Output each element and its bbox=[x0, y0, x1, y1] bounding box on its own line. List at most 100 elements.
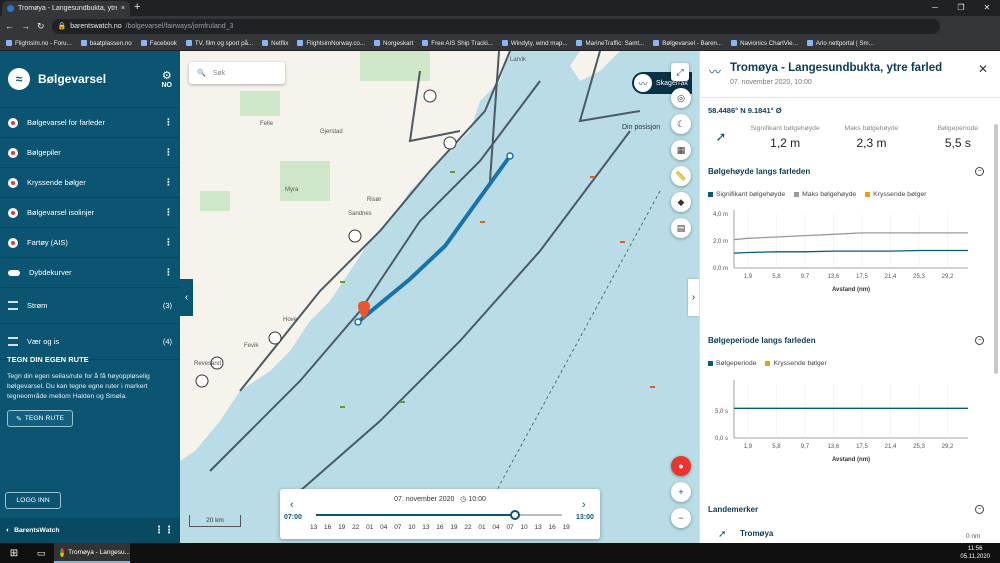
collapse-sidebar-button[interactable]: ‹ bbox=[180, 279, 193, 316]
window-close-icon[interactable]: ✕ bbox=[974, 0, 1000, 16]
reload-icon[interactable]: ↻ bbox=[37, 21, 45, 32]
legend-swatch bbox=[794, 192, 800, 197]
layer-menu-icon[interactable]: ⋮ bbox=[164, 147, 173, 158]
layer-item[interactable]: Dybdekurver ⋮ bbox=[0, 258, 180, 288]
timeline-hour: 19 bbox=[450, 524, 458, 531]
back-icon[interactable]: ← bbox=[5, 21, 14, 31]
panel-scrollbar[interactable] bbox=[994, 124, 998, 374]
moon-icon: ☾ bbox=[676, 118, 686, 129]
draw-route-button[interactable]: ✎ TEGN RUTE bbox=[7, 410, 73, 427]
landmark-name[interactable]: Tromøya bbox=[740, 529, 773, 538]
measure-button[interactable]: 📏 bbox=[671, 166, 691, 186]
clock-time: 11:56 bbox=[967, 546, 983, 552]
layer-toggle-icon[interactable] bbox=[8, 237, 18, 248]
collapse-wave-height-button[interactable]: − bbox=[975, 167, 984, 176]
wave-height-chart: 0,0 m 2,0 m 4,0 m 1,9 5,8 9,7 13,6 17,5 21,4 25,3… bbox=[713, 210, 968, 293]
collapse-wave-period-button[interactable]: − bbox=[975, 336, 984, 345]
bookmark-item[interactable]: Bølgevarsel - Baren... bbox=[653, 40, 722, 47]
bookmark-item[interactable]: Netflix bbox=[262, 40, 288, 47]
layer-item[interactable]: Bølgevarsel isolinjer ⋮ bbox=[0, 198, 180, 228]
zoom-in-button[interactable]: + bbox=[671, 482, 691, 502]
tab-close-icon[interactable]: × bbox=[121, 5, 125, 12]
bookmark-item[interactable]: Windyty, wind map... bbox=[501, 40, 567, 47]
bookmark-item[interactable]: MarineTraffic: Samt... bbox=[576, 40, 644, 47]
bookmark-item[interactable]: Arlo nettportal | Sm... bbox=[806, 40, 874, 47]
layer-toggle-icon[interactable] bbox=[8, 147, 18, 158]
layer-menu-icon[interactable]: ⋮ bbox=[164, 207, 173, 218]
legend-item[interactable]: Maks bølgehøyde bbox=[794, 191, 856, 198]
chevron-right-icon: › bbox=[582, 499, 586, 511]
map-layers-button[interactable]: ▦ bbox=[671, 140, 691, 160]
layer-menu-icon[interactable]: ⋮ bbox=[164, 267, 173, 278]
windows-start-icon[interactable]: ⊞ bbox=[0, 548, 28, 559]
bookmark-item[interactable]: Navionics ChartVie... bbox=[731, 40, 798, 47]
eraser-button[interactable]: ◆ bbox=[671, 192, 691, 212]
layer-menu-icon[interactable]: ⋮ bbox=[164, 237, 173, 248]
close-icon: ✕ bbox=[977, 62, 988, 76]
x-tick-label: 25,3 bbox=[913, 274, 925, 280]
legend-label: Kryssende bølger bbox=[873, 191, 927, 198]
layer-item[interactable]: Bølgevarsel for farleder ⋮ bbox=[0, 108, 180, 138]
bookmark-item[interactable]: FlightsimNorway.co... bbox=[297, 40, 365, 47]
bookmark-label: Navionics ChartVie... bbox=[740, 39, 798, 47]
collapse-landmarks-button[interactable]: − bbox=[975, 505, 984, 514]
taskbar-chrome-item[interactable]: Tromøya - Langesu... bbox=[54, 543, 130, 563]
location-pin-icon[interactable] bbox=[358, 301, 370, 319]
legend-item[interactable]: Bølgeperiode bbox=[708, 360, 756, 367]
wave-height-legend: Signifikant bølgehøyde Maks bølgehøyde Kry… bbox=[708, 191, 926, 198]
layer-item[interactable]: Fartøy (AIS) ⋮ bbox=[0, 228, 180, 258]
map-view[interactable]: Larvik Felle Gjerstad Myra Sandnes Risør Hove F… bbox=[180, 51, 699, 543]
minimize-icon[interactable]: ─ bbox=[922, 0, 948, 16]
login-button[interactable]: LOGG INN bbox=[5, 492, 61, 509]
bookmark-label: Norgeskart bbox=[383, 39, 414, 47]
fairway-detail-panel: 〰 Tromøya - Langesundbukta, ytre farled … bbox=[699, 51, 1000, 543]
map-search-box[interactable]: 🔍 Søk bbox=[189, 62, 285, 84]
legend-item[interactable]: Kryssende bølger bbox=[865, 191, 926, 198]
bookmark-favicon-icon bbox=[422, 40, 429, 46]
panel-close-button[interactable]: ✕ bbox=[978, 62, 988, 76]
bookmark-label: Free AIS Ship Tracki... bbox=[431, 39, 493, 47]
browser-tab[interactable]: Tromøya - Langesundbukta, ytre × bbox=[2, 1, 130, 16]
timeline-handle[interactable] bbox=[510, 510, 521, 520]
eraser-icon: ◆ bbox=[677, 196, 685, 207]
task-view-icon[interactable]: ▭ bbox=[28, 548, 54, 559]
layer-item[interactable]: Kryssende bølger ⋮ bbox=[0, 168, 180, 198]
bookmark-item[interactable]: baatplassen.no bbox=[80, 39, 132, 47]
maximize-icon[interactable]: ❐ bbox=[948, 0, 974, 16]
fullscreen-button[interactable]: ⤢ bbox=[671, 63, 689, 81]
bookmark-label: baatplassen.no bbox=[89, 39, 132, 47]
settings-button[interactable]: ⚙ NO bbox=[162, 69, 173, 89]
bookmark-item[interactable]: Free AIS Ship Tracki... bbox=[422, 40, 493, 47]
bookmark-item[interactable]: Facebook bbox=[140, 40, 177, 47]
layer-toggle-icon[interactable] bbox=[8, 117, 18, 128]
new-tab-button[interactable]: + bbox=[134, 2, 140, 13]
layer-item[interactable]: Bølgepiler ⋮ bbox=[0, 138, 180, 168]
layer-toggle-icon[interactable] bbox=[8, 269, 20, 276]
layer-item[interactable]: Strøm (3) bbox=[0, 288, 180, 324]
expand-panel-button[interactable]: › bbox=[688, 279, 699, 316]
system-clock[interactable]: 11:56 05.11.2020 bbox=[960, 545, 990, 561]
url-input[interactable]: 🔒 barentswatch.no/bolgevarsel/fairways/j… bbox=[51, 18, 940, 34]
legend-item[interactable]: Signifikant bølgehøyde bbox=[708, 191, 785, 198]
feedback-button[interactable]: ● bbox=[671, 456, 691, 476]
layer-menu-icon[interactable]: ⋮ bbox=[164, 177, 173, 188]
timeline-date: 07. november 2020 bbox=[394, 496, 455, 503]
legend-item[interactable]: Kryssende bølger bbox=[765, 360, 827, 367]
timeline-prev-button[interactable]: ‹ bbox=[290, 499, 294, 511]
timeline-track[interactable] bbox=[316, 514, 562, 516]
bookmark-item[interactable]: TV, film og sport på... bbox=[185, 40, 253, 47]
zoom-out-button[interactable]: − bbox=[671, 508, 691, 528]
timeline-next-button[interactable]: › bbox=[582, 499, 586, 511]
locate-button[interactable]: ◎ bbox=[671, 88, 691, 108]
brand-name: BarentsWatch bbox=[14, 527, 60, 534]
night-mode-button[interactable]: ☾ bbox=[671, 114, 691, 134]
layer-toggle-icon[interactable] bbox=[8, 177, 18, 188]
layer-menu-icon[interactable]: ⋮ bbox=[164, 117, 173, 128]
basemap-button[interactable]: ▤ bbox=[671, 218, 691, 238]
apps-grid-icon[interactable]: ⋮⋮ bbox=[154, 525, 174, 536]
bookmark-item[interactable]: Flightsim.no - Foru... bbox=[6, 40, 72, 47]
layer-toggle-icon[interactable] bbox=[8, 207, 18, 218]
map-scale: 20 km bbox=[189, 515, 241, 527]
forward-icon[interactable]: → bbox=[21, 21, 30, 31]
bookmark-item[interactable]: Norgeskart bbox=[374, 40, 413, 47]
